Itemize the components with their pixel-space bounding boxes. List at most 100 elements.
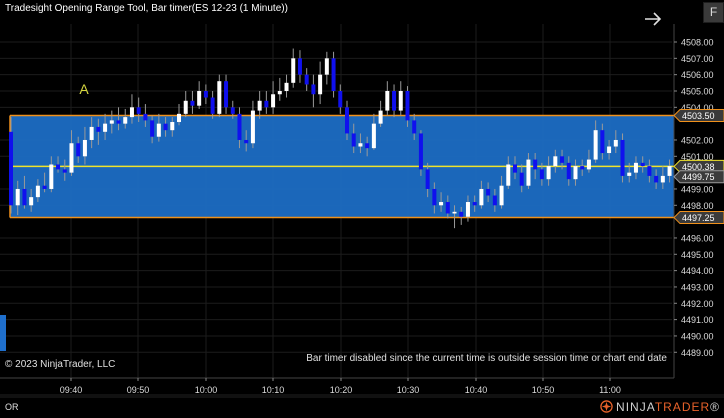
candle-up[interactable] — [82, 139, 87, 157]
candle-up[interactable] — [607, 146, 612, 154]
candle-down[interactable] — [62, 169, 67, 173]
candle-down[interactable] — [539, 169, 544, 180]
candle-down[interactable] — [620, 139, 625, 176]
candle-up[interactable] — [378, 110, 383, 124]
candle-down[interactable] — [600, 130, 605, 154]
candle-up[interactable] — [371, 123, 376, 149]
candle-up[interactable] — [452, 211, 457, 214]
candle-down[interactable] — [351, 133, 356, 147]
candle-down[interactable] — [566, 162, 571, 180]
candle-up[interactable] — [177, 113, 181, 123]
candle-down[interactable] — [311, 84, 316, 95]
candle-up[interactable] — [217, 81, 222, 114]
candle-up[interactable] — [170, 122, 175, 131]
candle-up[interactable] — [271, 94, 276, 108]
candle-down[interactable] — [304, 74, 309, 85]
candle-up[interactable] — [123, 117, 128, 124]
candle-up[interactable] — [35, 185, 40, 198]
candle-up[interactable] — [129, 107, 134, 118]
candle-up[interactable] — [439, 202, 444, 206]
candle-up[interactable] — [250, 110, 255, 144]
candle-down[interactable] — [22, 188, 27, 206]
candle-down[interactable] — [136, 107, 141, 114]
candle-down[interactable] — [190, 100, 195, 106]
candle-down[interactable] — [264, 100, 269, 108]
candle-up[interactable] — [633, 162, 638, 173]
candle-up[interactable] — [546, 166, 551, 180]
candle-down[interactable] — [432, 188, 437, 206]
candle-up[interactable] — [573, 166, 578, 180]
candle-down[interactable] — [459, 211, 464, 217]
candle-up[interactable] — [284, 82, 289, 91]
candle-down[interactable] — [143, 113, 148, 121]
candle-up[interactable] — [358, 143, 363, 147]
candle-down[interactable] — [533, 159, 538, 170]
candle-down[interactable] — [486, 188, 491, 196]
candle-down[interactable] — [230, 107, 235, 114]
candle-up[interactable] — [291, 58, 296, 83]
panel-divider[interactable] — [0, 394, 724, 398]
candle-up[interactable] — [385, 90, 390, 111]
candle-down[interactable] — [392, 90, 397, 111]
candle-up[interactable] — [660, 175, 665, 183]
candle-up[interactable] — [277, 90, 282, 95]
candle-up[interactable] — [156, 123, 161, 137]
candle-down[interactable] — [150, 120, 155, 137]
right-arrow-icon[interactable] — [642, 8, 664, 30]
side-panel-indicator[interactable] — [0, 315, 6, 351]
candle-up[interactable] — [593, 130, 598, 160]
candle-down[interactable] — [519, 172, 524, 186]
candle-down[interactable] — [9, 131, 13, 206]
candle-down[interactable] — [640, 162, 645, 167]
candle-down[interactable] — [472, 202, 477, 206]
candle-up[interactable] — [29, 197, 34, 206]
candle-down[interactable] — [654, 175, 659, 183]
candle-down[interactable] — [56, 164, 61, 170]
candle-up[interactable] — [586, 159, 591, 170]
candle-up[interactable] — [324, 58, 329, 75]
candle-down[interactable] — [210, 97, 215, 114]
candle-up[interactable] — [613, 139, 618, 147]
candle-down[interactable] — [365, 143, 370, 149]
candle-down[interactable] — [425, 169, 430, 189]
candle-down[interactable] — [445, 202, 450, 214]
candle-up[interactable] — [49, 164, 54, 189]
candle-up[interactable] — [69, 143, 74, 173]
candle-down[interactable] — [412, 120, 417, 134]
candle-up[interactable] — [553, 156, 558, 167]
candle-up[interactable] — [15, 188, 20, 206]
candle-up[interactable] — [257, 100, 262, 111]
candle-down[interactable] — [244, 139, 249, 144]
candle-down[interactable] — [163, 123, 168, 131]
f-button[interactable]: F — [703, 2, 724, 23]
candle-up[interactable] — [318, 74, 323, 95]
candle-up[interactable] — [479, 188, 484, 206]
candle-up[interactable] — [103, 123, 108, 132]
candle-down[interactable] — [560, 156, 565, 163]
candle-up[interactable] — [465, 202, 470, 217]
candle-up[interactable] — [109, 120, 114, 124]
candle-down[interactable] — [405, 90, 410, 121]
candle-down[interactable] — [513, 164, 517, 173]
candle-down[interactable] — [345, 107, 349, 134]
candle-up[interactable] — [526, 159, 531, 186]
candle-down[interactable] — [116, 120, 121, 124]
candle-down[interactable] — [203, 90, 208, 98]
candle-down[interactable] — [647, 166, 652, 176]
candle-up[interactable] — [506, 164, 511, 186]
candle-down[interactable] — [76, 143, 81, 157]
candle-down[interactable] — [96, 126, 101, 132]
candle-up[interactable] — [89, 126, 94, 140]
candle-up[interactable] — [197, 90, 202, 106]
candle-down[interactable] — [297, 58, 302, 75]
candle-up[interactable] — [183, 100, 188, 114]
candle-down[interactable] — [580, 166, 585, 170]
candle-down[interactable] — [338, 90, 343, 108]
candle-down[interactable] — [331, 58, 336, 91]
candle-up[interactable] — [398, 90, 403, 111]
candle-down[interactable] — [224, 81, 229, 108]
candle-down[interactable] — [492, 195, 497, 206]
candle-down[interactable] — [42, 185, 47, 189]
candle-down[interactable] — [418, 133, 423, 170]
candle-down[interactable] — [237, 113, 242, 140]
